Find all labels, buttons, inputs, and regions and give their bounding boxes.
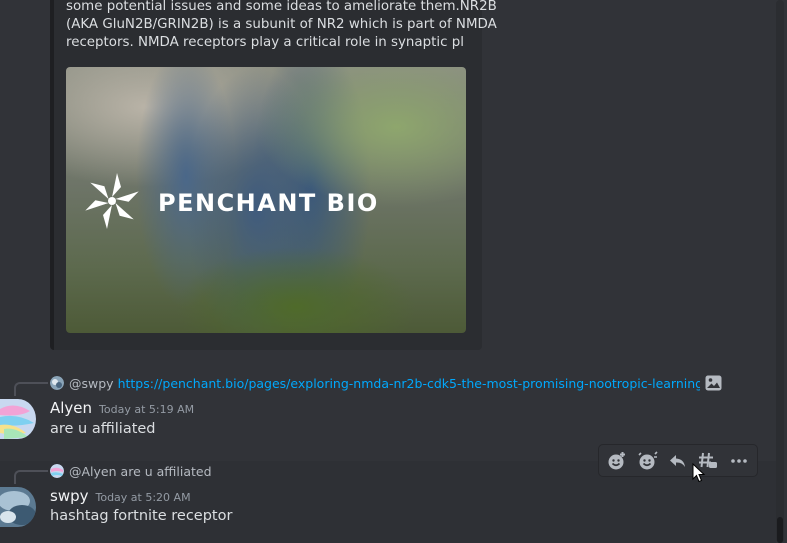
reply-preview[interactable]: @Alyen are u affiliated [50, 462, 212, 480]
username[interactable]: swpy [50, 487, 88, 505]
message-content: are u affiliated [50, 421, 156, 437]
message-content: hashtag fortnite receptor [50, 508, 233, 524]
scrollbar-thumb[interactable] [777, 517, 783, 543]
mouse-cursor-icon [692, 463, 706, 483]
reply-link-text[interactable]: https://penchant.bio/pages/exploring-nmd… [118, 376, 700, 391]
avatar[interactable] [0, 399, 36, 439]
more-options-button[interactable] [724, 445, 754, 476]
reply-icon [670, 454, 686, 467]
more-icon [731, 458, 747, 463]
image-icon [705, 375, 722, 391]
reply-preview[interactable]: @swpy https://penchant.bio/pages/explori… [50, 374, 700, 392]
avatar[interactable] [0, 487, 36, 527]
add-reaction-button[interactable] [602, 445, 632, 476]
message-actions-toolbar [598, 444, 758, 477]
timestamp[interactable]: Today at 5:20 AM [95, 491, 190, 504]
scrollbar-track[interactable] [776, 0, 784, 543]
reply-text[interactable]: are u affiliated [121, 464, 212, 479]
embed-description-line: receptors. NMDA receptors play a critica… [66, 35, 464, 50]
embed-description-line: some potential issues and some ideas to … [66, 0, 497, 14]
brand-text: PENCHANT BIO [158, 189, 379, 217]
reply-spine [14, 470, 48, 484]
message-header: Alyen Today at 5:19 AM [50, 399, 194, 417]
message-header: swpy Today at 5:20 AM [50, 487, 191, 505]
embed-image[interactable]: PENCHANT BIO [66, 67, 466, 333]
embed-description-line: (AKA GluN2B/GRIN2B) is a subunit of NR2 … [66, 17, 497, 32]
penchant-logo-icon [85, 173, 139, 229]
super-reaction-icon [638, 450, 658, 469]
avatar [50, 464, 64, 478]
reply-author[interactable]: @swpy [69, 376, 114, 391]
reply-button[interactable] [663, 445, 693, 476]
add-reaction-icon [608, 451, 626, 469]
reply-spine [14, 382, 48, 396]
username[interactable]: Alyen [50, 399, 92, 417]
super-reaction-button[interactable] [632, 445, 662, 476]
reply-author[interactable]: @Alyen [69, 464, 117, 479]
link-embed: some potential issues and some ideas to … [50, 0, 497, 350]
avatar [50, 376, 64, 390]
embed-description: some potential issues and some ideas to … [66, 0, 497, 52]
timestamp[interactable]: Today at 5:19 AM [99, 403, 194, 416]
